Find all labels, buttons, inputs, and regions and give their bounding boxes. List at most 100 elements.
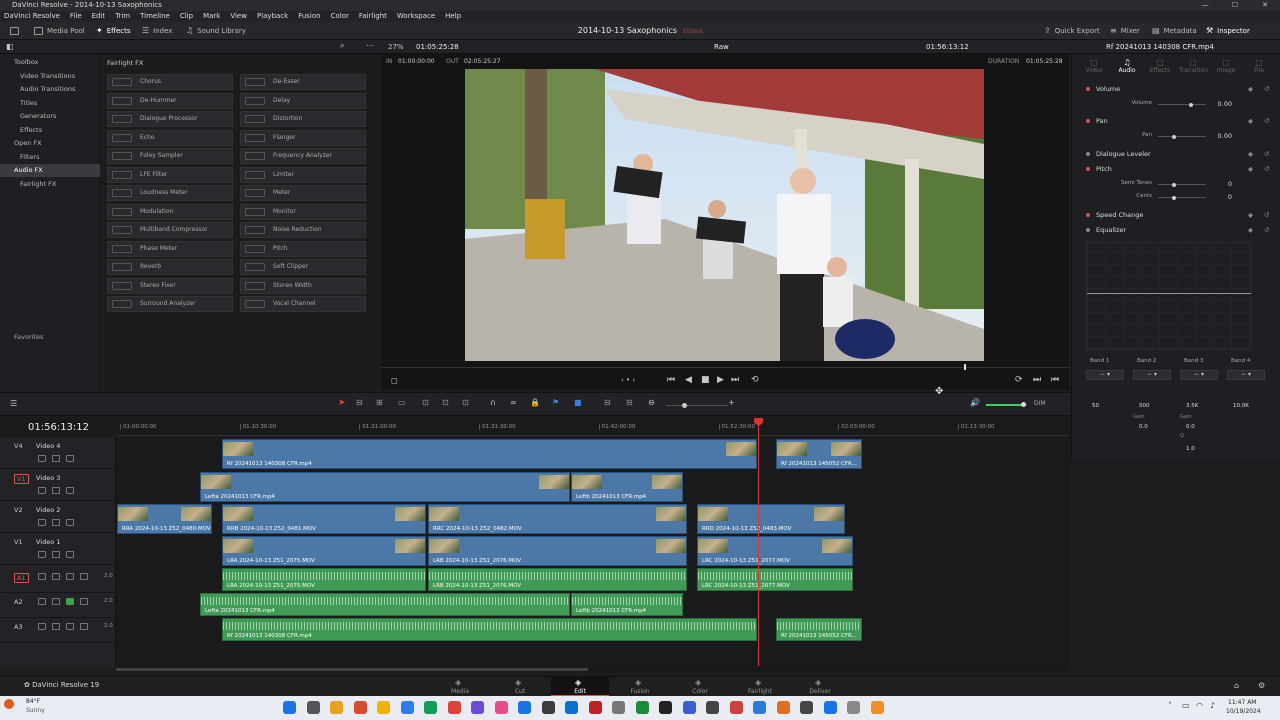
menu-help[interactable]: Help	[445, 11, 461, 22]
wifi-icon[interactable]: ◠	[1196, 701, 1203, 710]
menu-clip[interactable]: Clip	[180, 11, 193, 22]
page-tab-edit[interactable]: ◈ Edit	[551, 677, 609, 697]
tree-item[interactable]: Filters	[0, 151, 100, 164]
fx-item[interactable]: Monitor	[240, 203, 366, 220]
home-icon[interactable]: ⌂	[1234, 681, 1239, 690]
page-tab-media[interactable]: ◈ Media	[431, 677, 489, 697]
fx-item[interactable]: Flanger	[240, 129, 366, 146]
mute-icon[interactable]	[80, 598, 88, 605]
auto-track-icon[interactable]	[52, 598, 60, 605]
fx-item[interactable]: Soft Clipper	[240, 259, 366, 275]
track-header[interactable]: V1 Video 1	[0, 533, 116, 565]
solo-icon[interactable]	[66, 623, 74, 630]
taskbar-app-icon[interactable]	[541, 701, 555, 714]
track-tag[interactable]: A1	[14, 573, 29, 583]
volume-slider[interactable]	[1158, 104, 1206, 105]
timeline-options-icon[interactable]: ☰	[10, 399, 17, 408]
pan-slider[interactable]	[1158, 136, 1206, 137]
tree-item[interactable]: Audio Transitions	[0, 83, 100, 96]
track-header[interactable]: A1 2.0	[0, 568, 116, 593]
semitones-knob[interactable]	[1172, 182, 1176, 187]
eq-band-type-select[interactable]: ∼ ▾	[1086, 370, 1124, 380]
tree-item[interactable]: Video Transitions	[0, 70, 100, 83]
quick-export-button[interactable]: ⇪ Quick Export	[1044, 22, 1100, 40]
fx-item[interactable]: Loudness Meter	[107, 185, 233, 201]
sound-library-button[interactable]: ♫ Sound Library	[186, 22, 246, 40]
menu-edit[interactable]: Edit	[92, 11, 106, 22]
auto-track-icon[interactable]	[52, 573, 60, 580]
pan-section[interactable]: Pan ◆ ↺	[1072, 114, 1280, 128]
taskbar-app-icon[interactable]	[353, 701, 367, 714]
menu-fairlight[interactable]: Fairlight	[359, 11, 387, 22]
inspector-tab-transition[interactable]: ▢ Transition	[1179, 58, 1208, 74]
menu-color[interactable]: Color	[331, 11, 349, 22]
auto-track-icon[interactable]	[52, 487, 60, 494]
volume-value[interactable]: 0.00	[1212, 100, 1232, 108]
taskbar-app-icon[interactable]	[776, 701, 790, 714]
track-header[interactable]: A3 2.0	[0, 618, 116, 643]
fx-item[interactable]: Stereo Fixer	[107, 277, 233, 294]
tree-item[interactable]: Titles	[0, 97, 100, 110]
position-lock-icon[interactable]: 🔒	[530, 398, 540, 407]
taskbar-app-icon[interactable]	[306, 701, 320, 714]
speed-change-section[interactable]: Speed Change ◆ ↺	[1072, 208, 1280, 222]
reset-icon[interactable]: ↺	[1264, 82, 1269, 96]
taskbar-app-icon[interactable]	[330, 701, 343, 714]
reset-icon[interactable]: ↺	[1264, 162, 1269, 176]
more-options-icon[interactable]: ⋯	[366, 41, 374, 50]
lock-icon[interactable]	[38, 487, 46, 494]
tree-item[interactable]: Fairlight FX	[0, 178, 100, 191]
taskbar-app-icon[interactable]	[283, 701, 296, 714]
timeline-scrollbar[interactable]	[116, 667, 1068, 672]
selection-tool-icon[interactable]: ➤	[338, 398, 346, 408]
audio-level-knob[interactable]	[1021, 402, 1026, 407]
fx-item[interactable]: De-Hummer	[107, 92, 233, 109]
taskbar-app-icon[interactable]	[706, 701, 719, 714]
monitor-icon[interactable]	[66, 551, 74, 558]
monitor-icon[interactable]	[66, 519, 74, 526]
mixer-button[interactable]: ≡ Mixer	[1110, 22, 1140, 40]
taskbar-app-icon[interactable]	[635, 701, 649, 714]
lock-icon[interactable]	[38, 598, 46, 605]
taskbar-app-icon[interactable]	[870, 701, 884, 714]
tree-item[interactable]: Audio FX	[0, 164, 100, 177]
fx-item[interactable]: Dialogue Processor	[107, 111, 233, 127]
keyframe-icon[interactable]: ◆	[1248, 82, 1253, 96]
auto-track-icon[interactable]	[52, 519, 60, 526]
zoom-out-icon[interactable]: ⊖	[648, 398, 655, 407]
taskbar-app-icon[interactable]	[800, 701, 813, 714]
taskbar-app-icon[interactable]	[447, 701, 461, 714]
flag-icon[interactable]: ⚑	[552, 398, 559, 407]
menu-file[interactable]: File	[70, 11, 82, 22]
loop-icon[interactable]: ⟲	[751, 375, 759, 385]
close-button[interactable]: ✕	[1250, 0, 1280, 11]
taskbar-app-icon[interactable]	[400, 701, 414, 714]
mute-icon[interactable]	[80, 573, 88, 580]
fx-item[interactable]: Foley Sampler	[107, 148, 233, 164]
linked-selection-icon[interactable]: ∞	[510, 398, 517, 407]
equalizer-section[interactable]: Equalizer ◆ ↺	[1072, 223, 1280, 237]
viewer-mode-select[interactable]: Raw	[714, 43, 729, 51]
fx-item[interactable]: Echo	[107, 129, 233, 146]
search-icon[interactable]: ⌕	[340, 41, 344, 51]
taskbar-app-icon[interactable]	[753, 701, 766, 714]
menu-timeline[interactable]: Timeline	[140, 11, 170, 22]
pan-knob[interactable]	[1172, 134, 1176, 139]
tree-item[interactable]: Open FX	[0, 137, 100, 150]
pitch-section[interactable]: Pitch ◆ ↺	[1072, 162, 1280, 176]
taskbar-app-icon[interactable]	[518, 701, 531, 714]
audio-level-slider[interactable]	[986, 404, 1026, 406]
page-tab-fairlight[interactable]: ◈ Fairlight	[731, 677, 789, 697]
timeline-scroll-thumb[interactable]	[116, 668, 588, 671]
taskbar-app-icon[interactable]	[377, 701, 390, 714]
timeline-ruler[interactable]: 01:00:00:00 01:10:30:00 01:21:00:00 01:31:3…	[116, 420, 1068, 436]
eq-freq-value[interactable]: 10.0K	[1233, 403, 1249, 409]
inspector-tab-image[interactable]: ▢ Image	[1212, 58, 1240, 74]
detail-zoom-icon[interactable]: ⊟	[626, 398, 633, 407]
play-reverse-icon[interactable]: ◀	[685, 375, 692, 385]
track-name[interactable]: Video 1	[36, 538, 60, 546]
clock-date[interactable]: 10/19/2024	[1226, 708, 1261, 715]
menu-trim[interactable]: Trim	[115, 11, 130, 22]
track-name[interactable]: Video 3	[36, 474, 60, 482]
lock-icon[interactable]	[38, 455, 46, 462]
